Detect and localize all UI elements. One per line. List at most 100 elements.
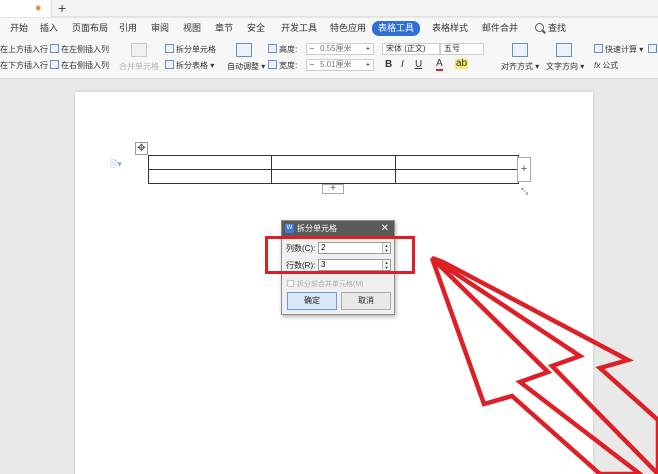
search-icon[interactable] (535, 23, 544, 32)
bold-button[interactable]: B (385, 59, 392, 70)
row-height-value: 0.55厘米 (320, 44, 352, 53)
insert-col-left-button[interactable]: 在左侧插入列 (50, 44, 109, 55)
row-height-decrease[interactable]: − (307, 44, 317, 54)
table-cell[interactable] (394, 155, 520, 170)
table-cell[interactable] (147, 169, 273, 184)
insert-col-left-icon (50, 44, 59, 53)
split-cells-button[interactable]: 拆分单元格 (165, 44, 216, 55)
title-bar: ● + (0, 0, 658, 17)
insert-col-left-label: 在左侧插入列 (61, 45, 109, 54)
font-size-value: 五号 (444, 44, 460, 53)
row-height-icon (268, 44, 277, 53)
menu-references[interactable]: 引用 (119, 22, 137, 35)
insert-row-above-label: 在上方插入行 (0, 45, 48, 54)
align-label: 对齐方式 (501, 62, 533, 71)
menu-mail-merge[interactable]: 邮件合并 (482, 22, 518, 35)
text-direction-button[interactable]: 文字方向 ▾ (546, 61, 584, 72)
menu-table-style[interactable]: 表格样式 (432, 22, 468, 35)
insert-row-below-label: 在下方插入行 (0, 61, 48, 70)
table-cell[interactable] (394, 169, 520, 184)
wps-logo-icon: W (285, 224, 294, 233)
ok-button[interactable]: 确定 (287, 292, 337, 310)
merge-before-split-label: 拆分前合并单元格(M) (297, 281, 364, 288)
row-height-text: 高度: (279, 45, 298, 54)
table-cell[interactable] (271, 155, 396, 170)
merge-cells-button: 合并单元格 (119, 62, 159, 71)
formula-icon: fx (594, 61, 601, 70)
menu-view[interactable]: 视图 (183, 22, 201, 35)
font-size-select[interactable]: 五号 (440, 43, 484, 55)
highlight-icon[interactable]: ab (455, 59, 469, 69)
auto-fit-label: 自动调整 (227, 62, 259, 71)
insert-row-below-button[interactable]: 在下方插入行 (0, 60, 48, 71)
quick-calc-label: 快速计算 (605, 45, 637, 54)
menu-page-layout[interactable]: 页面布局 (72, 22, 108, 35)
split-cells-icon (165, 44, 174, 53)
table-cell[interactable] (271, 169, 396, 184)
new-tab-button[interactable]: + (58, 0, 66, 16)
table-row (147, 169, 520, 184)
font-name-value: 宋体 (正文) (386, 44, 426, 53)
menu-home[interactable]: 开始 (10, 22, 28, 35)
insert-col-right-icon (50, 60, 59, 69)
merge-cells-icon (131, 43, 147, 57)
cancel-button[interactable]: 取消 (341, 292, 391, 310)
insert-col-right-button[interactable]: 在右侧插入列 (50, 60, 109, 71)
col-width-decrease[interactable]: − (307, 60, 317, 70)
row-height-stepper[interactable]: − 0.55厘米 + (306, 43, 374, 55)
font-color-button[interactable]: A (436, 59, 443, 71)
split-table-icon (165, 60, 174, 69)
row-height-label: 高度: (268, 44, 297, 55)
overflow-icon[interactable] (648, 44, 657, 53)
menu-insert[interactable]: 插入 (40, 22, 58, 35)
quick-calc-button[interactable]: 快速计算 ▾ (594, 44, 643, 55)
split-table-button[interactable]: 拆分表格 ▾ (165, 60, 214, 71)
row-height-increase[interactable]: + (363, 44, 373, 54)
auto-fit-icon (236, 43, 252, 57)
table-move-handle-icon[interactable]: ✥ (135, 142, 148, 155)
formula-button[interactable]: fx 公式 (594, 60, 618, 71)
document-table[interactable] (147, 155, 520, 184)
dialog-title: 拆分单元格 (297, 224, 337, 233)
col-width-text: 宽度: (279, 61, 298, 70)
col-width-stepper[interactable]: − 5.01厘米 + (306, 59, 374, 71)
col-width-increase[interactable]: + (363, 60, 373, 70)
split-cells-label: 拆分单元格 (176, 45, 216, 54)
document-tab[interactable]: ● (0, 0, 52, 17)
align-icon (512, 43, 528, 57)
close-icon[interactable]: ✕ (381, 221, 389, 236)
menu-search[interactable]: 查找 (548, 22, 566, 35)
menu-features[interactable]: 特色应用 (330, 22, 366, 35)
annotation-highlight-box (265, 236, 415, 274)
split-table-label: 拆分表格 (176, 61, 208, 70)
menu-chapter[interactable]: 章节 (215, 22, 233, 35)
menu-review[interactable]: 审阅 (151, 22, 169, 35)
col-width-icon (268, 60, 277, 69)
table-cell[interactable] (147, 155, 273, 170)
menu-table-tools[interactable]: 表格工具 (372, 21, 421, 36)
add-row-button[interactable]: + (322, 184, 344, 194)
col-width-label: 宽度: (268, 60, 297, 71)
table-row (147, 155, 520, 170)
auto-fit-button[interactable]: 自动调整 ▾ (227, 61, 265, 72)
checkbox-icon (287, 280, 294, 287)
paragraph-mark-icon[interactable]: 🖹▾ (110, 157, 122, 173)
font-name-select[interactable]: 宋体 (正文) (382, 43, 440, 55)
ribbon-toolbar: 在上方插入行 在左侧插入列 在下方插入行 在右侧插入列 合并单元格 拆分单元格 … (0, 39, 658, 79)
add-column-button[interactable]: + (517, 157, 531, 182)
insert-row-above-button[interactable]: 在上方插入行 (0, 44, 48, 55)
merge-before-split-checkbox: 拆分前合并单元格(M) (287, 279, 364, 289)
quick-calc-icon (594, 44, 603, 53)
table-resize-handle-icon[interactable]: ⤡ (521, 186, 528, 197)
insert-col-right-label: 在右侧插入列 (61, 61, 109, 70)
dialog-title-bar[interactable]: W 拆分单元格 ✕ (282, 221, 394, 236)
col-width-value: 5.01厘米 (320, 60, 352, 69)
align-button[interactable]: 对齐方式 ▾ (501, 61, 539, 72)
underline-button[interactable]: U (415, 59, 422, 70)
formula-label: 公式 (602, 61, 619, 70)
menu-security[interactable]: 安全 (247, 22, 265, 35)
menu-developer[interactable]: 开发工具 (281, 22, 317, 35)
text-direction-label: 文字方向 (546, 62, 578, 71)
italic-button[interactable]: I (401, 59, 404, 70)
text-direction-icon (556, 43, 572, 57)
